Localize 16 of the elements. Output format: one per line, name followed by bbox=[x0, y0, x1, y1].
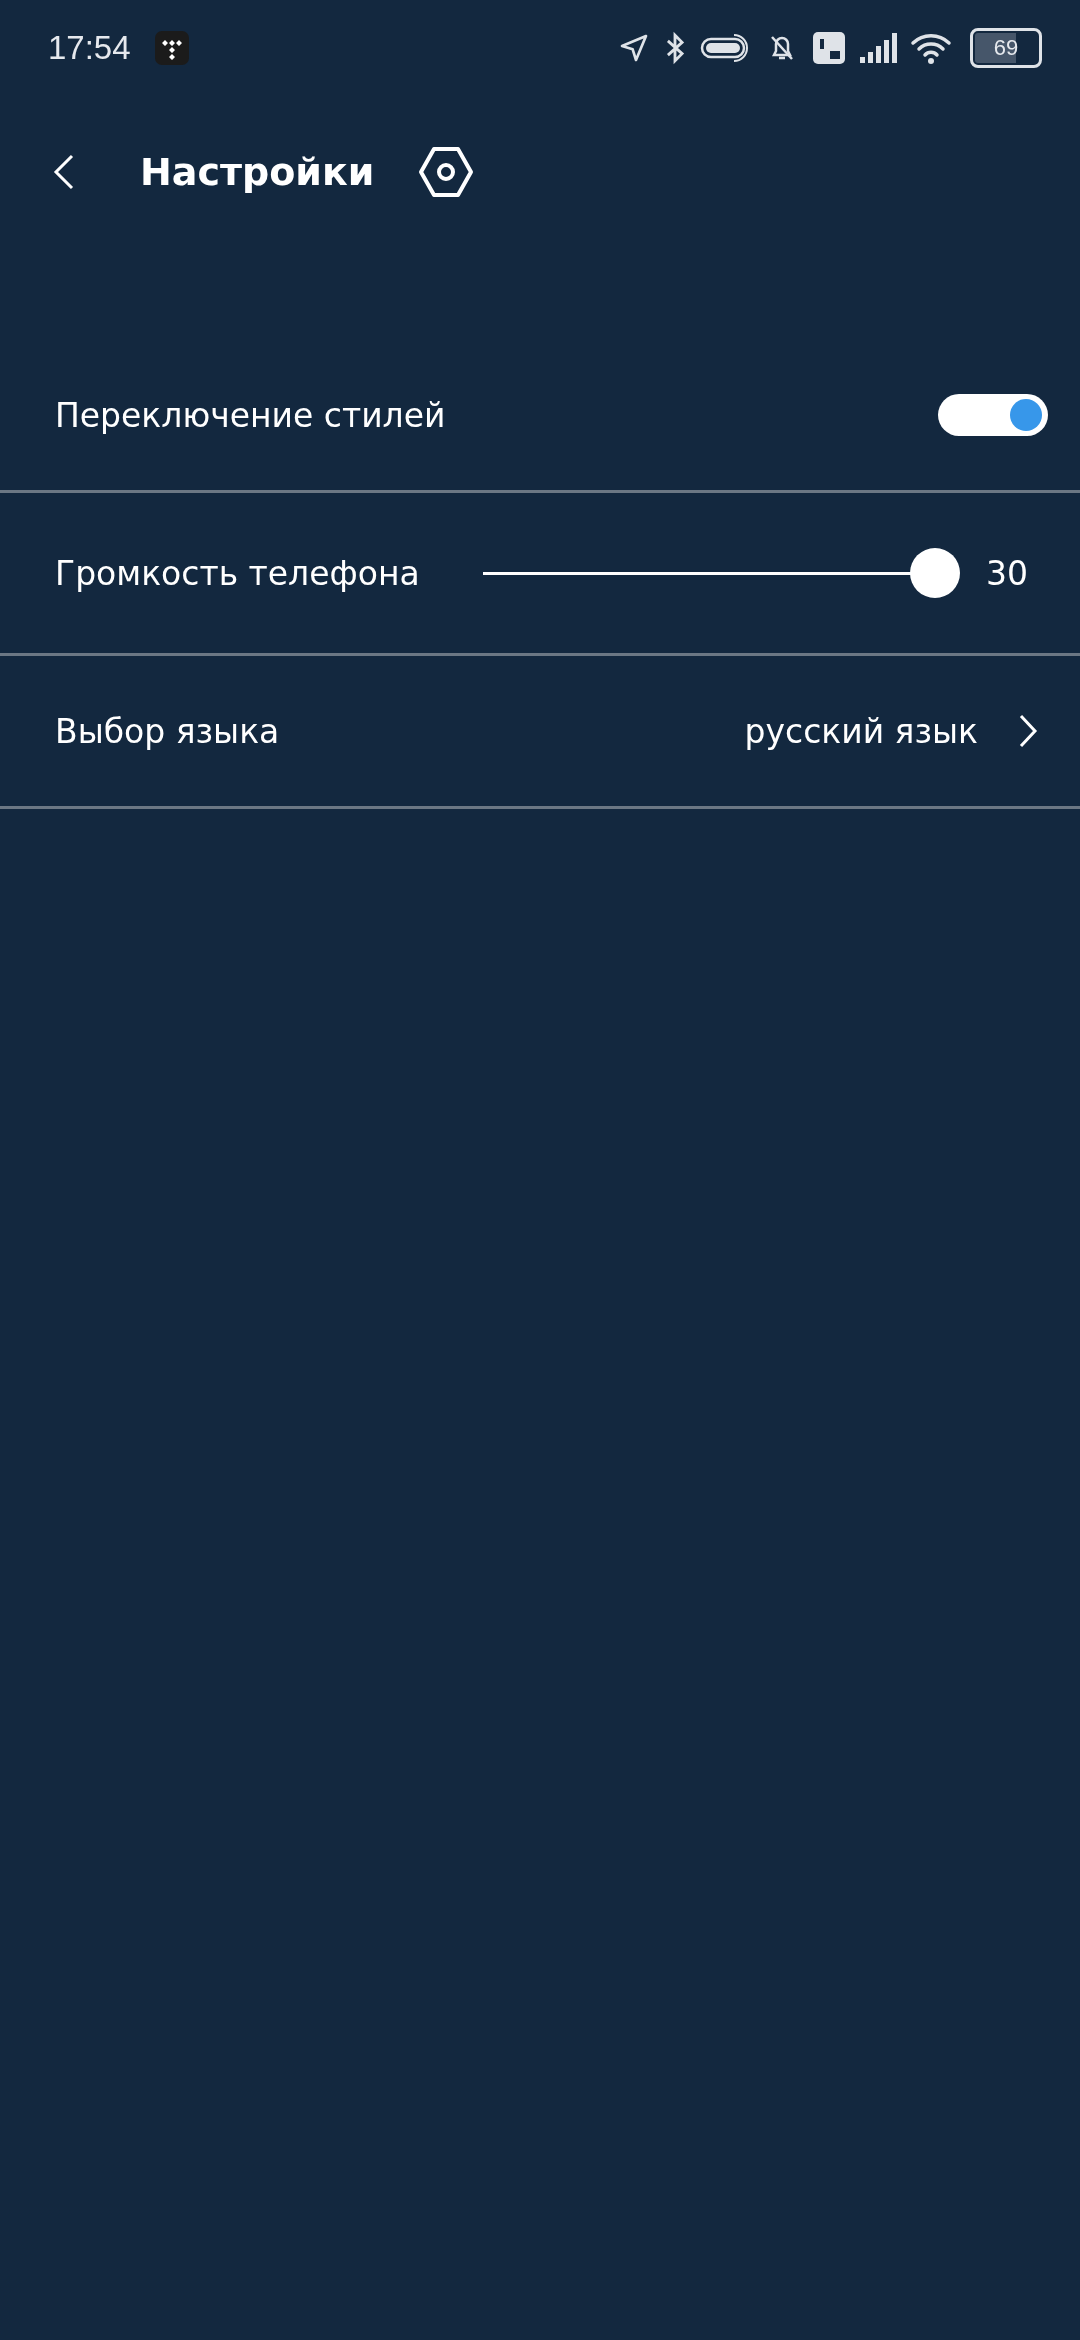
location-icon bbox=[618, 32, 650, 64]
setting-label: Громкость телефона bbox=[55, 553, 420, 593]
page-title: Настройки bbox=[140, 150, 375, 194]
wifi-icon bbox=[910, 31, 954, 65]
setting-label: Выбор языка bbox=[55, 711, 280, 751]
status-time: 17:54 bbox=[48, 29, 131, 67]
volume-value: 30 bbox=[986, 553, 1028, 593]
chevron-right-icon bbox=[1018, 713, 1038, 749]
toggle-switch[interactable] bbox=[938, 394, 1048, 436]
settings-icon[interactable] bbox=[418, 144, 475, 200]
language-value[interactable]: русский язык bbox=[744, 711, 978, 751]
app-notification-icon bbox=[154, 31, 189, 65]
battery-indicator: 69 bbox=[970, 28, 1042, 68]
back-icon[interactable] bbox=[52, 152, 76, 192]
signal-icon bbox=[858, 31, 898, 65]
setting-label: Переключение стилей bbox=[55, 395, 446, 435]
